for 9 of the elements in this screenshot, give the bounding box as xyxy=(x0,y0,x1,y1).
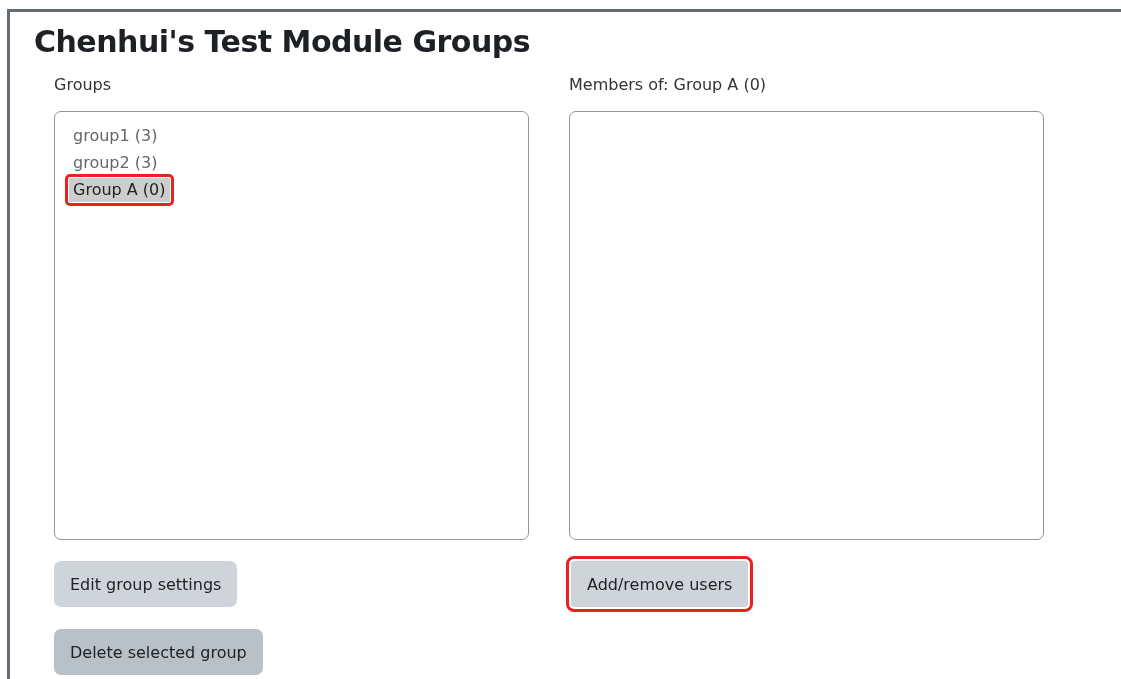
action-button[interactable]: Edit group settings xyxy=(54,561,238,607)
list-label: Groups xyxy=(54,74,113,96)
page-title: Chenhui's Test Module Groups xyxy=(34,24,531,59)
list-item[interactable]: group1 (3) xyxy=(69,122,162,149)
action-button[interactable]: Delete selected group xyxy=(54,629,263,675)
list-item[interactable]: group2 (3) xyxy=(69,149,162,176)
list-label: Members of: Group A (0) xyxy=(569,74,768,96)
list-box[interactable] xyxy=(569,111,1044,540)
list-box[interactable]: group1 (3) group2 (3) Group A (0) xyxy=(54,111,529,540)
